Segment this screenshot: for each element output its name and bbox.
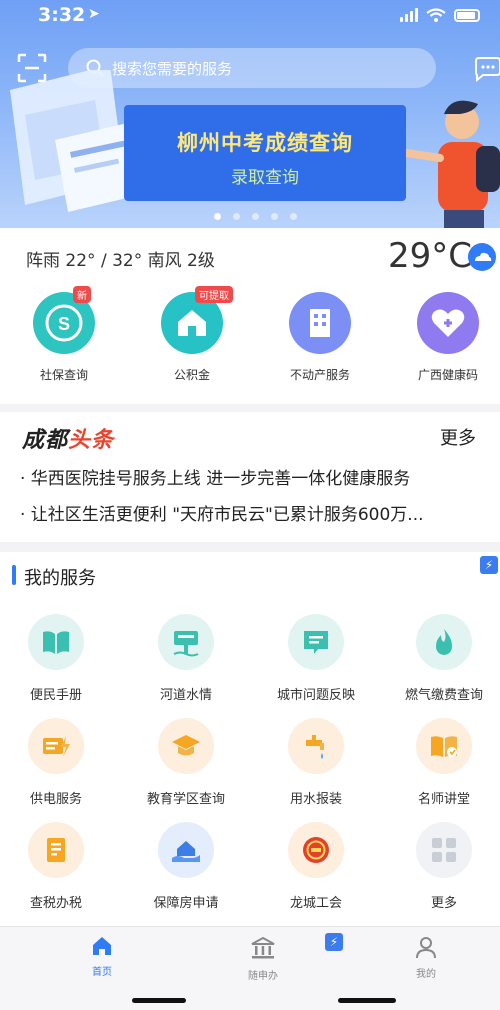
- service-label: 名师讲堂: [417, 792, 470, 807]
- quick-services: S 新 社保查询 可提取 公积金 不动产服务 广西健康码: [0, 286, 500, 402]
- tab-mine[interactable]: 我的: [376, 935, 476, 980]
- grid-more-icon: [416, 822, 472, 878]
- carousel-dot[interactable]: [290, 213, 297, 220]
- quick-service-social-security[interactable]: S 新 社保查询: [14, 286, 114, 383]
- my-services-section: 我的服务 ⚡ 便民手册 河道水情 城市问题反映 燃气缴费查询 供电服务 教育学区…: [0, 556, 500, 926]
- carousel-dot[interactable]: [214, 213, 221, 220]
- carousel-dot[interactable]: [233, 213, 240, 220]
- flash-icon: ⚡: [325, 933, 343, 951]
- electricity-icon: [28, 718, 84, 774]
- service-label: 河道水情: [159, 688, 212, 703]
- union-emblem-icon: [288, 822, 344, 878]
- tab-label: 我的: [416, 969, 436, 980]
- home-hand-icon: [158, 822, 214, 878]
- social-security-icon: S 新: [33, 286, 95, 354]
- service-label: 城市问题反映: [276, 688, 355, 703]
- service-label: 更多: [430, 896, 457, 911]
- battery-icon: [454, 8, 480, 22]
- service-trade-union[interactable]: 龙城工会: [256, 822, 376, 911]
- graduation-cap-icon: [158, 718, 214, 774]
- service-convenience-manual[interactable]: 便民手册: [0, 614, 116, 703]
- section-divider: [0, 542, 500, 552]
- service-water-install[interactable]: 用水报装: [256, 718, 376, 807]
- weather-temperature: 29°C: [388, 236, 473, 276]
- carousel-dots: [214, 213, 297, 220]
- service-gas-payment[interactable]: 燃气缴费查询: [384, 614, 500, 703]
- service-label: 供电服务: [29, 792, 82, 807]
- banner-subtitle: 录取查询: [231, 168, 299, 188]
- carousel-dot[interactable]: [271, 213, 278, 220]
- service-label: 龙城工会: [289, 896, 342, 911]
- tab-label: 随申办: [248, 971, 278, 982]
- home-icon: [93, 937, 111, 955]
- tab-home[interactable]: 首页: [52, 935, 152, 978]
- withdrawable-badge: 可提取: [195, 286, 233, 303]
- feedback-icon: [288, 614, 344, 670]
- service-label: 查税办税: [29, 896, 82, 911]
- quick-service-health-code[interactable]: 广西健康码: [398, 292, 498, 383]
- building-icon: [289, 292, 351, 354]
- quick-service-label: 社保查询: [39, 368, 88, 382]
- signal-icon: [400, 8, 418, 22]
- tax-icon: [28, 822, 84, 878]
- news-item[interactable]: · 让社区生活更便利 "天府市民云"已累计服务600万...: [20, 500, 480, 525]
- quick-service-label: 公积金: [173, 368, 210, 382]
- quick-service-label: 广西健康码: [417, 368, 478, 382]
- bottom-tab-bar: 首页 随申办 ⚡ 我的: [0, 926, 500, 1010]
- service-label: 保障房申请: [153, 896, 219, 911]
- quick-service-housing-fund[interactable]: 可提取 公积金: [142, 286, 242, 383]
- quick-service-real-estate[interactable]: 不动产服务: [270, 292, 370, 383]
- new-badge: 新: [73, 286, 91, 303]
- service-label: 用水报装: [289, 792, 342, 807]
- home-indicator: [338, 998, 396, 1003]
- section-accent-bar: [12, 565, 16, 585]
- weather-text: 阵雨 22° / 32° 南风 2级: [26, 251, 215, 271]
- house-icon: 可提取: [161, 286, 233, 354]
- banner-title: 柳州中考成绩查询: [177, 131, 353, 155]
- flash-icon: ⚡: [480, 556, 498, 574]
- river-sign-icon: [158, 614, 214, 670]
- government-building-icon: [251, 936, 275, 959]
- location-arrow-icon: ➤: [88, 6, 100, 22]
- water-tap-icon: [288, 718, 344, 774]
- carousel-dot[interactable]: [252, 213, 259, 220]
- section-title: 我的服务: [24, 568, 96, 589]
- home-indicator: [132, 998, 186, 1003]
- section-divider: [0, 404, 500, 412]
- banner-card[interactable]: 柳州中考成绩查询 录取查询: [124, 105, 406, 201]
- service-label: 便民手册: [29, 688, 82, 703]
- flame-icon: [416, 614, 472, 670]
- tab-service[interactable]: 随申办: [213, 935, 313, 982]
- person-icon: [416, 937, 436, 959]
- service-river-water[interactable]: 河道水情: [126, 614, 246, 703]
- lecture-book-icon: [416, 718, 472, 774]
- service-affordable-housing[interactable]: 保障房申请: [126, 822, 246, 911]
- health-heart-icon: [417, 292, 479, 354]
- news-logo: 成都头条: [22, 428, 115, 453]
- cloud-weather-icon: [468, 243, 496, 271]
- status-bar: 3:32 ➤: [0, 0, 500, 34]
- wifi-icon: [426, 8, 446, 22]
- tab-label: 首页: [92, 967, 112, 978]
- service-famous-teacher[interactable]: 名师讲堂: [384, 718, 500, 807]
- hero-banner-area: 3:32 ➤ 搜索您需要的服务 柳州中考成绩查询 录取查询: [0, 0, 500, 228]
- quick-service-label: 不动产服务: [289, 368, 350, 382]
- status-indicators: [400, 8, 480, 22]
- service-label: 教育学区查询: [146, 792, 225, 807]
- service-label: 燃气缴费查询: [404, 688, 483, 703]
- service-more[interactable]: 更多: [384, 822, 500, 911]
- book-icon: [28, 614, 84, 670]
- service-school-district[interactable]: 教育学区查询: [126, 718, 246, 807]
- service-city-feedback[interactable]: 城市问题反映: [256, 614, 376, 703]
- service-tax[interactable]: 查税办税: [0, 822, 116, 911]
- news-item[interactable]: · 华西医院挂号服务上线 进一步完善一体化健康服务: [20, 464, 480, 489]
- svg-text:S: S: [58, 314, 70, 334]
- weather-bar[interactable]: 阵雨 22° / 32° 南风 2级 29°C: [0, 232, 500, 280]
- service-power-supply[interactable]: 供电服务: [0, 718, 116, 807]
- news-section: 成都头条 更多 · 华西医院挂号服务上线 进一步完善一体化健康服务 · 让社区生…: [0, 412, 500, 542]
- news-more-link[interactable]: 更多: [440, 424, 476, 450]
- status-time: 3:32: [38, 4, 86, 26]
